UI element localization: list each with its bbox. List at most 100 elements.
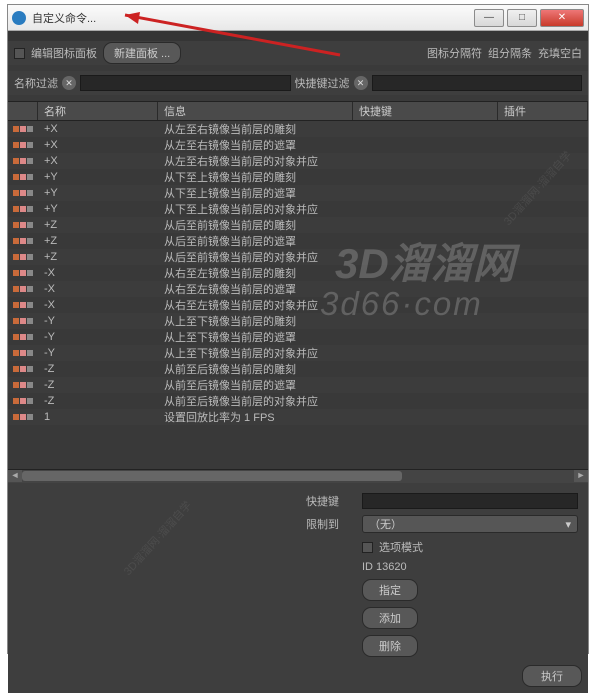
table-row[interactable]: -Y从上至下镜像当前层的雕刻 (8, 313, 588, 329)
new-panel-button[interactable]: 新建面板 ... (103, 42, 181, 64)
scroll-left-icon[interactable]: ◄ (8, 470, 22, 482)
row-name: -Z (38, 395, 158, 407)
minimize-button[interactable]: — (474, 9, 504, 27)
row-name: +X (38, 123, 158, 135)
limit-label: 限制到 (306, 516, 356, 532)
add-button[interactable]: 添加 (362, 607, 418, 629)
table-row[interactable]: +Y从下至上镜像当前层的雕刻 (8, 169, 588, 185)
row-name: -X (38, 283, 158, 295)
table-row[interactable]: +Z从后至前镜像当前层的雕刻 (8, 217, 588, 233)
row-info: 从右至左镜像当前层的对象并应 (158, 297, 353, 313)
table-row[interactable]: +X从左至右镜像当前层的遮罩 (8, 137, 588, 153)
row-info: 从前至后镜像当前层的雕刻 (158, 361, 353, 377)
scroll-right-icon[interactable]: ► (574, 470, 588, 482)
row-name: +X (38, 139, 158, 151)
row-icons (8, 414, 38, 420)
shortcut-filter-clear-icon[interactable]: ✕ (354, 76, 368, 90)
window-titlebar: 自定义命令... — □ ✕ (8, 5, 588, 31)
table-row[interactable]: -Z从前至后镜像当前层的雕刻 (8, 361, 588, 377)
row-icons (8, 158, 38, 164)
assign-button[interactable]: 指定 (362, 579, 418, 601)
row-icons (8, 174, 38, 180)
row-name: +Z (38, 251, 158, 263)
table-header: 名称 信息 快捷键 插件 (8, 101, 588, 121)
row-info: 从上至下镜像当前层的雕刻 (158, 313, 353, 329)
name-filter-input[interactable] (80, 75, 291, 91)
row-icons (8, 350, 38, 356)
row-info: 从后至前镜像当前层的雕刻 (158, 217, 353, 233)
toolbar: 编辑图标面板 新建面板 ... 图标分隔符 组分隔条 充填空白 (8, 41, 588, 65)
row-icons (8, 126, 38, 132)
row-icons (8, 398, 38, 404)
row-icons (8, 334, 38, 340)
table-row[interactable]: -X从右至左镜像当前层的雕刻 (8, 265, 588, 281)
header-plugin[interactable]: 插件 (498, 102, 588, 120)
row-icons (8, 190, 38, 196)
row-icons (8, 206, 38, 212)
option-mode-label: 选项模式 (379, 539, 423, 555)
table-row[interactable]: -X从右至左镜像当前层的对象并应 (8, 297, 588, 313)
table-row[interactable]: +X从左至右镜像当前层的雕刻 (8, 121, 588, 137)
table-row[interactable]: 1设置回放比率为 1 FPS (8, 409, 588, 425)
row-info: 从上至下镜像当前层的遮罩 (158, 329, 353, 345)
app-icon (12, 11, 26, 25)
header-name[interactable]: 名称 (38, 102, 158, 120)
header-shortcut[interactable]: 快捷键 (353, 102, 498, 120)
group-sep-button[interactable]: 组分隔条 (488, 45, 532, 61)
delete-button[interactable]: 删除 (362, 635, 418, 657)
command-list[interactable]: +X从左至右镜像当前层的雕刻+X从左至右镜像当前层的遮罩+X从左至右镜像当前层的… (8, 121, 588, 469)
row-name: -Y (38, 331, 158, 343)
row-info: 从左至右镜像当前层的对象并应 (158, 153, 353, 169)
horizontal-scrollbar[interactable]: ◄ ► (8, 469, 588, 483)
fill-blank-button[interactable]: 充填空白 (538, 45, 582, 61)
window-title: 自定义命令... (32, 10, 474, 26)
row-name: -X (38, 299, 158, 311)
table-row[interactable]: -Y从上至下镜像当前层的遮罩 (8, 329, 588, 345)
shortcut-input[interactable] (362, 493, 578, 509)
row-name: 1 (38, 411, 158, 423)
row-info: 从左至右镜像当前层的雕刻 (158, 121, 353, 137)
row-icons (8, 254, 38, 260)
row-info: 从前至后镜像当前层的对象并应 (158, 393, 353, 409)
limit-value: （无） (369, 516, 402, 532)
row-icons (8, 286, 38, 292)
row-info: 从上至下镜像当前层的对象并应 (158, 345, 353, 361)
row-name: +Z (38, 219, 158, 231)
row-name: -Y (38, 347, 158, 359)
edit-panel-label: 编辑图标面板 (31, 45, 97, 61)
dock-grip[interactable] (8, 31, 588, 41)
row-icons (8, 366, 38, 372)
edit-panel-checkbox[interactable] (14, 48, 25, 59)
row-info: 从前至后镜像当前层的遮罩 (158, 377, 353, 393)
icon-sep-button[interactable]: 图标分隔符 (427, 45, 482, 61)
row-name: +Y (38, 187, 158, 199)
table-row[interactable]: +Y从下至上镜像当前层的遮罩 (8, 185, 588, 201)
scroll-thumb[interactable] (22, 471, 402, 481)
execute-button[interactable]: 执行 (522, 665, 582, 687)
table-row[interactable]: -Z从前至后镜像当前层的对象并应 (8, 393, 588, 409)
table-row[interactable]: -Y从上至下镜像当前层的对象并应 (8, 345, 588, 361)
table-row[interactable]: +Z从后至前镜像当前层的遮罩 (8, 233, 588, 249)
table-row[interactable]: -X从右至左镜像当前层的遮罩 (8, 281, 588, 297)
close-button[interactable]: ✕ (540, 9, 584, 27)
table-row[interactable]: -Z从前至后镜像当前层的遮罩 (8, 377, 588, 393)
option-mode-checkbox[interactable] (362, 542, 373, 553)
table-row[interactable]: +X从左至右镜像当前层的对象并应 (8, 153, 588, 169)
row-info: 从下至上镜像当前层的遮罩 (158, 185, 353, 201)
maximize-button[interactable]: □ (507, 9, 537, 27)
table-row[interactable]: +Z从后至前镜像当前层的对象并应 (8, 249, 588, 265)
row-name: -Z (38, 379, 158, 391)
header-info[interactable]: 信息 (158, 102, 353, 120)
header-icons (8, 102, 38, 120)
row-info: 从左至右镜像当前层的遮罩 (158, 137, 353, 153)
name-filter-label: 名称过滤 (14, 75, 58, 91)
name-filter-clear-icon[interactable]: ✕ (62, 76, 76, 90)
limit-select[interactable]: （无）▾ (362, 515, 578, 533)
table-row[interactable]: +Y从下至上镜像当前层的对象并应 (8, 201, 588, 217)
row-info: 从右至左镜像当前层的遮罩 (158, 281, 353, 297)
shortcut-filter-input[interactable] (372, 75, 583, 91)
row-info: 从下至上镜像当前层的雕刻 (158, 169, 353, 185)
row-name: +Y (38, 203, 158, 215)
row-info: 从后至前镜像当前层的遮罩 (158, 233, 353, 249)
shortcut-label: 快捷键 (306, 493, 356, 509)
